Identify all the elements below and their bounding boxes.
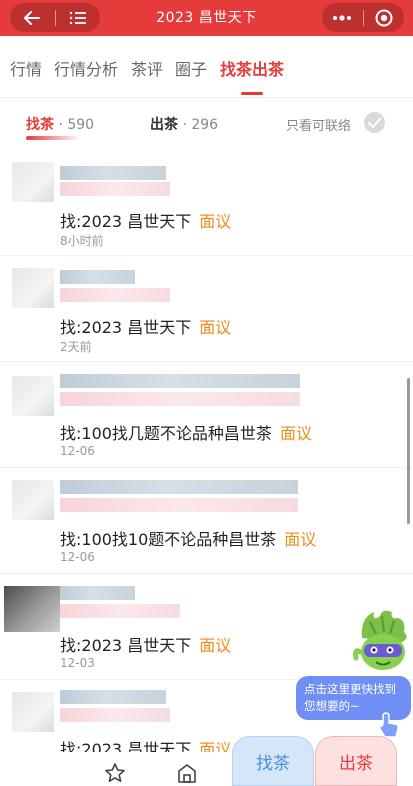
item-time: 12-06 [60,550,95,564]
back-button[interactable] [10,3,55,32]
sell-tea-button[interactable]: 出茶 [315,736,397,786]
blurred-username [60,480,298,494]
item-title: 找:100找10题不论品种昌世茶 面议 [60,526,316,550]
blurred-username [60,166,166,180]
blurred-username [60,374,300,388]
list-item[interactable]: 找:100找几题不论品种昌世茶 面议 12-06 [0,362,413,468]
filter-find-label: 找茶 [26,117,54,133]
filter-find-count: · 590 [54,117,95,133]
blurred-detail [60,392,300,406]
blurred-detail [60,182,170,196]
avatar [12,162,54,202]
item-title-text: 找:100找10题不论品种昌世茶 [60,530,277,549]
item-title: 找:2023 昌世天下 面议 [60,632,231,656]
avatar [4,586,60,632]
contact-only-toggle[interactable] [364,112,385,133]
blurred-detail [60,288,170,302]
item-price: 面议 [199,212,232,231]
item-price: 面议 [199,636,232,655]
check-icon [368,117,381,128]
item-price: 面议 [284,530,317,549]
item-title: 找:100找几题不论品种昌世茶 面议 [60,420,312,444]
list-menu-icon [69,11,86,24]
avatar [12,376,54,416]
shop-button[interactable] [176,762,198,784]
more-button[interactable] [322,3,363,32]
star-icon [105,763,125,782]
category-tabs: 行情 行情分析 茶评 圈子 找茶出茶 [0,36,413,98]
back-arrow-icon [24,10,41,25]
blurred-username [60,690,166,704]
item-title-text: 找:100找几题不论品种昌世茶 [60,424,272,443]
avatar [12,480,54,520]
tab-tea-review[interactable]: 茶评 [131,56,163,80]
active-tab-indicator [241,92,263,95]
list-item[interactable]: 找:2023 昌世天下 面议 8小时前 [0,150,413,256]
item-price: 面议 [279,424,312,443]
item-price: 面议 [199,318,232,337]
find-tea-button[interactable]: 找茶 [232,736,314,786]
blurred-detail [60,708,170,722]
mascot-icon[interactable] [352,608,412,684]
filter-sell-count: · 296 [178,117,219,133]
item-time: 12-06 [60,444,95,458]
item-title-text: 找:2023 昌世天下 [60,212,192,231]
filter-row: 找茶 · 590 出茶 · 296 只看可联络 [0,98,413,150]
list-item[interactable]: 找:100找10题不论品种昌世茶 面议 12-06 [0,468,413,574]
avatar [12,692,54,732]
title-bar: 2023 昌世天下 [0,0,413,36]
tab-find-sell-tea[interactable]: 找茶出茶 [220,56,284,80]
list-item[interactable]: 找:2023 昌世天下 面议 2天前 [0,256,413,362]
scrollbar[interactable] [407,378,410,524]
item-title: 找:2023 昌世天下 面议 [60,208,231,232]
blurred-username [60,270,135,284]
item-time: 8小时前 [60,234,104,248]
avatar [12,268,54,308]
filter-active-indicator [26,136,78,140]
item-time: 2天前 [60,340,92,354]
home-store-icon [178,764,196,783]
nav-capsule [10,3,100,32]
blurred-username [60,586,135,600]
filter-find-tea[interactable]: 找茶 · 590 [26,114,94,134]
mini-program-capsule [322,3,404,32]
item-title-text: 找:2023 昌世天下 [60,636,192,655]
blurred-detail [60,498,298,512]
favorite-button[interactable] [104,762,126,784]
blurred-detail [60,604,180,618]
tab-market-analysis[interactable]: 行情分析 [54,56,118,80]
target-circle-icon [375,9,393,26]
item-title-text: 找:2023 昌世天下 [60,318,192,337]
item-title: 找:2023 昌世天下 面议 [60,314,231,338]
item-time: 12-03 [60,656,95,670]
filter-sell-tea[interactable]: 出茶 · 296 [150,114,218,134]
filter-sell-label: 出茶 [150,117,178,133]
contact-only-label: 只看可联络 [286,119,352,134]
more-dots-icon [333,14,352,21]
tab-market[interactable]: 行情 [10,56,42,80]
close-program-button[interactable] [363,3,404,32]
tab-circle[interactable]: 圈子 [175,56,207,80]
menu-button[interactable] [55,3,100,32]
